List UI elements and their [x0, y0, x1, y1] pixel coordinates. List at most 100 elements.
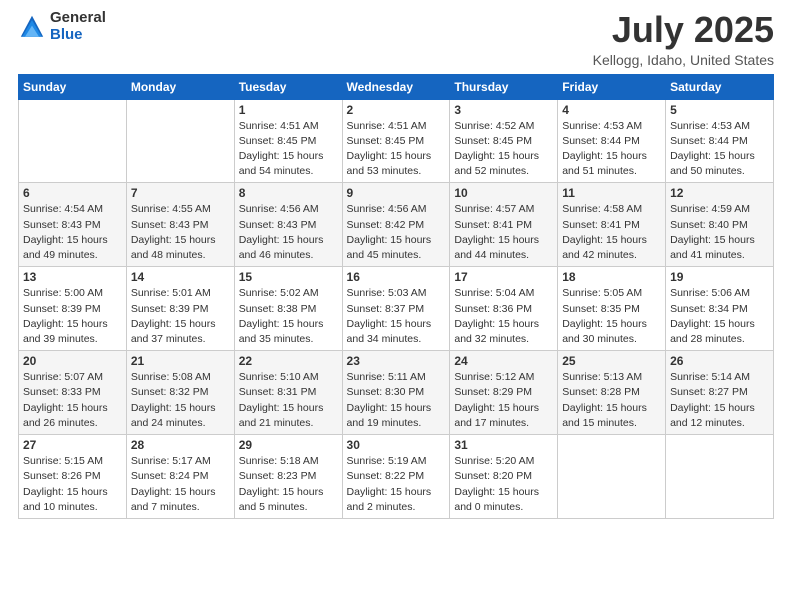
day-info: Sunrise: 5:04 AM Sunset: 8:36 PM Dayligh… — [454, 286, 553, 347]
day-number: 24 — [454, 354, 553, 368]
week-row-1: 1 Sunrise: 4:51 AM Sunset: 8:45 PM Daylig… — [19, 99, 774, 183]
title-section: July 2025 Kellogg, Idaho, United States — [593, 10, 774, 68]
page: General Blue July 2025 Kellogg, Idaho, U… — [0, 0, 792, 612]
calendar-cell: 7 Sunrise: 4:55 AM Sunset: 8:43 PM Daylig… — [126, 183, 234, 267]
day-info: Sunrise: 4:53 AM Sunset: 8:44 PM Dayligh… — [670, 119, 769, 180]
logo-general: General — [50, 10, 106, 27]
day-info: Sunrise: 4:57 AM Sunset: 8:41 PM Dayligh… — [454, 202, 553, 263]
day-header-saturday: Saturday — [666, 74, 774, 99]
calendar-cell: 4 Sunrise: 4:53 AM Sunset: 8:44 PM Daylig… — [558, 99, 666, 183]
day-info: Sunrise: 5:14 AM Sunset: 8:27 PM Dayligh… — [670, 370, 769, 431]
day-number: 13 — [23, 270, 122, 284]
calendar-cell: 2 Sunrise: 4:51 AM Sunset: 8:45 PM Daylig… — [342, 99, 450, 183]
calendar-cell: 22Sunrise: 5:10 AM Sunset: 8:31 PM Dayli… — [234, 351, 342, 435]
day-info: Sunrise: 5:10 AM Sunset: 8:31 PM Dayligh… — [239, 370, 338, 431]
calendar-cell: 6 Sunrise: 4:54 AM Sunset: 8:43 PM Daylig… — [19, 183, 127, 267]
day-number: 15 — [239, 270, 338, 284]
day-number: 4 — [562, 103, 661, 117]
day-info: Sunrise: 5:11 AM Sunset: 8:30 PM Dayligh… — [347, 370, 446, 431]
day-number: 6 — [23, 186, 122, 200]
day-number: 26 — [670, 354, 769, 368]
week-row-3: 13 Sunrise: 5:00 AM Sunset: 8:39 PM Dayli… — [19, 267, 774, 351]
day-number: 5 — [670, 103, 769, 117]
calendar-cell: 8 Sunrise: 4:56 AM Sunset: 8:43 PM Daylig… — [234, 183, 342, 267]
day-number: 28 — [131, 438, 230, 452]
calendar-cell: 11 Sunrise: 4:58 AM Sunset: 8:41 PM Dayli… — [558, 183, 666, 267]
calendar-cell: 15 Sunrise: 5:02 AM Sunset: 8:38 PM Dayli… — [234, 267, 342, 351]
day-number: 20 — [23, 354, 122, 368]
day-info: Sunrise: 4:51 AM Sunset: 8:45 PM Dayligh… — [347, 119, 446, 180]
header: General Blue July 2025 Kellogg, Idaho, U… — [18, 10, 774, 68]
day-number: 11 — [562, 186, 661, 200]
calendar-cell: 1 Sunrise: 4:51 AM Sunset: 8:45 PM Daylig… — [234, 99, 342, 183]
day-info: Sunrise: 5:02 AM Sunset: 8:38 PM Dayligh… — [239, 286, 338, 347]
calendar-cell: 14Sunrise: 5:01 AM Sunset: 8:39 PM Dayli… — [126, 267, 234, 351]
location: Kellogg, Idaho, United States — [593, 52, 774, 68]
calendar-cell: 9Sunrise: 4:56 AM Sunset: 8:42 PM Daylig… — [342, 183, 450, 267]
day-number: 14 — [131, 270, 230, 284]
logo-icon — [18, 13, 46, 41]
day-number: 31 — [454, 438, 553, 452]
day-number: 2 — [347, 103, 446, 117]
day-number: 1 — [239, 103, 338, 117]
calendar-cell: 27 Sunrise: 5:15 AM Sunset: 8:26 PM Dayli… — [19, 435, 127, 519]
calendar-cell: 16 Sunrise: 5:03 AM Sunset: 8:37 PM Dayli… — [342, 267, 450, 351]
day-number: 17 — [454, 270, 553, 284]
day-header-wednesday: Wednesday — [342, 74, 450, 99]
logo-blue: Blue — [50, 27, 106, 44]
day-info: Sunrise: 4:52 AM Sunset: 8:45 PM Dayligh… — [454, 119, 553, 180]
calendar-cell: 19Sunrise: 5:06 AM Sunset: 8:34 PM Dayli… — [666, 267, 774, 351]
day-info: Sunrise: 4:56 AM Sunset: 8:43 PM Dayligh… — [239, 202, 338, 263]
day-info: Sunrise: 5:05 AM Sunset: 8:35 PM Dayligh… — [562, 286, 661, 347]
day-info: Sunrise: 5:07 AM Sunset: 8:33 PM Dayligh… — [23, 370, 122, 431]
day-header-friday: Friday — [558, 74, 666, 99]
calendar-cell — [558, 435, 666, 519]
calendar-header-row: SundayMondayTuesdayWednesdayThursdayFrid… — [19, 74, 774, 99]
calendar-cell: 18 Sunrise: 5:05 AM Sunset: 8:35 PM Dayli… — [558, 267, 666, 351]
calendar-cell: 21Sunrise: 5:08 AM Sunset: 8:32 PM Dayli… — [126, 351, 234, 435]
day-info: Sunrise: 5:00 AM Sunset: 8:39 PM Dayligh… — [23, 286, 122, 347]
calendar-cell: 23 Sunrise: 5:11 AM Sunset: 8:30 PM Dayli… — [342, 351, 450, 435]
calendar-cell: 31 Sunrise: 5:20 AM Sunset: 8:20 PM Dayli… — [450, 435, 558, 519]
calendar-cell: 3 Sunrise: 4:52 AM Sunset: 8:45 PM Daylig… — [450, 99, 558, 183]
day-number: 3 — [454, 103, 553, 117]
calendar-cell: 5 Sunrise: 4:53 AM Sunset: 8:44 PM Daylig… — [666, 99, 774, 183]
day-number: 25 — [562, 354, 661, 368]
day-number: 8 — [239, 186, 338, 200]
day-info: Sunrise: 4:53 AM Sunset: 8:44 PM Dayligh… — [562, 119, 661, 180]
day-info: Sunrise: 5:08 AM Sunset: 8:32 PM Dayligh… — [131, 370, 230, 431]
calendar-cell — [19, 99, 127, 183]
day-number: 18 — [562, 270, 661, 284]
day-info: Sunrise: 5:20 AM Sunset: 8:20 PM Dayligh… — [454, 454, 553, 515]
day-header-monday: Monday — [126, 74, 234, 99]
day-number: 9 — [347, 186, 446, 200]
day-info: Sunrise: 5:17 AM Sunset: 8:24 PM Dayligh… — [131, 454, 230, 515]
day-number: 29 — [239, 438, 338, 452]
month-title: July 2025 — [593, 10, 774, 50]
week-row-4: 20 Sunrise: 5:07 AM Sunset: 8:33 PM Dayli… — [19, 351, 774, 435]
day-number: 23 — [347, 354, 446, 368]
day-number: 10 — [454, 186, 553, 200]
day-info: Sunrise: 5:15 AM Sunset: 8:26 PM Dayligh… — [23, 454, 122, 515]
calendar-cell: 10 Sunrise: 4:57 AM Sunset: 8:41 PM Dayli… — [450, 183, 558, 267]
day-info: Sunrise: 4:51 AM Sunset: 8:45 PM Dayligh… — [239, 119, 338, 180]
calendar-cell: 17 Sunrise: 5:04 AM Sunset: 8:36 PM Dayli… — [450, 267, 558, 351]
day-number: 16 — [347, 270, 446, 284]
day-info: Sunrise: 4:55 AM Sunset: 8:43 PM Dayligh… — [131, 202, 230, 263]
calendar-cell: 26 Sunrise: 5:14 AM Sunset: 8:27 PM Dayli… — [666, 351, 774, 435]
calendar-cell: 20 Sunrise: 5:07 AM Sunset: 8:33 PM Dayli… — [19, 351, 127, 435]
day-number: 7 — [131, 186, 230, 200]
calendar-cell — [126, 99, 234, 183]
calendar-cell: 29Sunrise: 5:18 AM Sunset: 8:23 PM Dayli… — [234, 435, 342, 519]
week-row-5: 27 Sunrise: 5:15 AM Sunset: 8:26 PM Dayli… — [19, 435, 774, 519]
day-info: Sunrise: 4:58 AM Sunset: 8:41 PM Dayligh… — [562, 202, 661, 263]
day-header-tuesday: Tuesday — [234, 74, 342, 99]
day-header-sunday: Sunday — [19, 74, 127, 99]
calendar-cell: 13 Sunrise: 5:00 AM Sunset: 8:39 PM Dayli… — [19, 267, 127, 351]
day-info: Sunrise: 4:54 AM Sunset: 8:43 PM Dayligh… — [23, 202, 122, 263]
week-row-2: 6 Sunrise: 4:54 AM Sunset: 8:43 PM Daylig… — [19, 183, 774, 267]
day-number: 27 — [23, 438, 122, 452]
day-info: Sunrise: 4:59 AM Sunset: 8:40 PM Dayligh… — [670, 202, 769, 263]
day-info: Sunrise: 5:03 AM Sunset: 8:37 PM Dayligh… — [347, 286, 446, 347]
calendar-cell: 12Sunrise: 4:59 AM Sunset: 8:40 PM Dayli… — [666, 183, 774, 267]
